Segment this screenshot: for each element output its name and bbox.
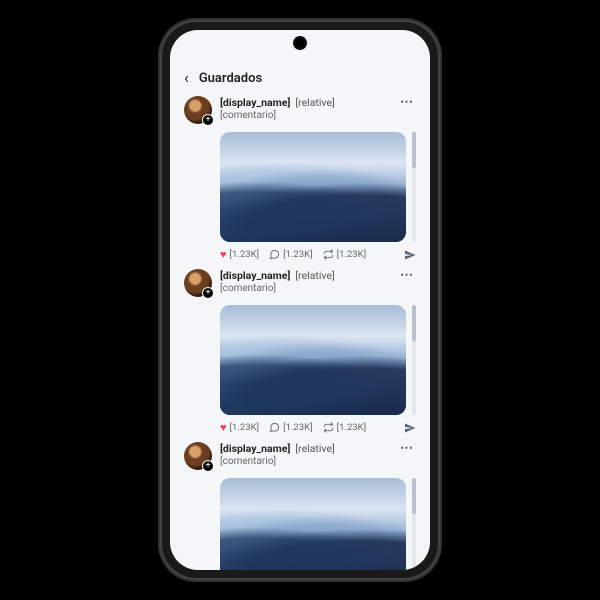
post-body: [comentario] <box>220 110 390 121</box>
post-text: [display_name] [relative] [comentario] <box>220 442 390 467</box>
page-title: Guardados <box>199 71 262 86</box>
repost-icon <box>323 249 334 260</box>
comment-icon <box>269 249 280 260</box>
author-name[interactable]: [display_name] <box>220 269 290 282</box>
comment-button[interactable]: [1.23K] <box>269 249 313 260</box>
screen: ‹ Guardados + [display_name] [relative] <box>170 30 430 570</box>
share-icon[interactable] <box>404 422 416 434</box>
comment-count: [1.23K] <box>283 422 313 433</box>
follow-add-icon[interactable]: + <box>202 114 214 126</box>
post-text: [display_name] [relative] [comentario] <box>220 269 390 294</box>
header-bar: ‹ Guardados <box>170 66 430 96</box>
post-image[interactable] <box>220 132 406 242</box>
post-image[interactable] <box>220 478 406 570</box>
like-button[interactable]: ♥ [1.23K] <box>220 421 259 434</box>
app-content: ‹ Guardados + [display_name] [relative] <box>170 30 430 570</box>
avatar[interactable]: + <box>184 442 212 470</box>
post: + [display_name] [relative] [comentario]… <box>184 96 416 261</box>
author-name[interactable]: [display_name] <box>220 96 290 109</box>
repost-count: [1.23K] <box>337 249 367 260</box>
media-scroll-indicator[interactable] <box>412 478 416 570</box>
comment-button[interactable]: [1.23K] <box>269 422 313 433</box>
post-header: + [display_name] [relative] [comentario]… <box>184 269 416 297</box>
avatar[interactable]: + <box>184 96 212 124</box>
post-image[interactable] <box>220 305 406 415</box>
share-icon[interactable] <box>404 249 416 261</box>
author-name[interactable]: [display_name] <box>220 442 290 455</box>
relative-time: [relative] <box>295 269 334 282</box>
action-bar: ♥ [1.23K] [1.23K] <box>220 248 416 261</box>
heart-icon: ♥ <box>220 248 227 261</box>
relative-time: [relative] <box>295 96 334 109</box>
comment-icon <box>269 422 280 433</box>
front-camera <box>295 38 305 48</box>
feed: + [display_name] [relative] [comentario]… <box>170 96 430 570</box>
repost-button[interactable]: [1.23K] <box>323 249 367 260</box>
media-row <box>220 132 416 242</box>
follow-add-icon[interactable]: + <box>202 287 214 299</box>
post-header: + [display_name] [relative] [comentario]… <box>184 96 416 124</box>
media-row <box>220 478 416 570</box>
post: + [display_name] [relative] [comentario]… <box>184 269 416 434</box>
media-scroll-indicator[interactable] <box>412 305 416 415</box>
back-icon[interactable]: ‹ <box>184 70 189 86</box>
repost-button[interactable]: [1.23K] <box>323 422 367 433</box>
more-options-icon[interactable]: ⋯ <box>398 442 416 455</box>
avatar[interactable]: + <box>184 269 212 297</box>
like-count: [1.23K] <box>230 422 260 433</box>
repost-count: [1.23K] <box>337 422 367 433</box>
heart-icon: ♥ <box>220 421 227 434</box>
more-options-icon[interactable]: ⋯ <box>398 269 416 282</box>
repost-icon <box>323 422 334 433</box>
post-text: [display_name] [relative] [comentario] <box>220 96 390 121</box>
comment-count: [1.23K] <box>283 249 313 260</box>
post-body: [comentario] <box>220 283 390 294</box>
action-bar: ♥ [1.23K] [1.23K] <box>220 421 416 434</box>
like-count: [1.23K] <box>230 249 260 260</box>
relative-time: [relative] <box>295 442 334 455</box>
post-body: [comentario] <box>220 456 390 467</box>
like-button[interactable]: ♥ [1.23K] <box>220 248 259 261</box>
phone-frame: ‹ Guardados + [display_name] [relative] <box>160 20 440 580</box>
post: + [display_name] [relative] [comentario]… <box>184 442 416 570</box>
follow-add-icon[interactable]: + <box>202 460 214 472</box>
post-header: + [display_name] [relative] [comentario]… <box>184 442 416 470</box>
more-options-icon[interactable]: ⋯ <box>398 96 416 109</box>
media-scroll-indicator[interactable] <box>412 132 416 242</box>
media-row <box>220 305 416 415</box>
